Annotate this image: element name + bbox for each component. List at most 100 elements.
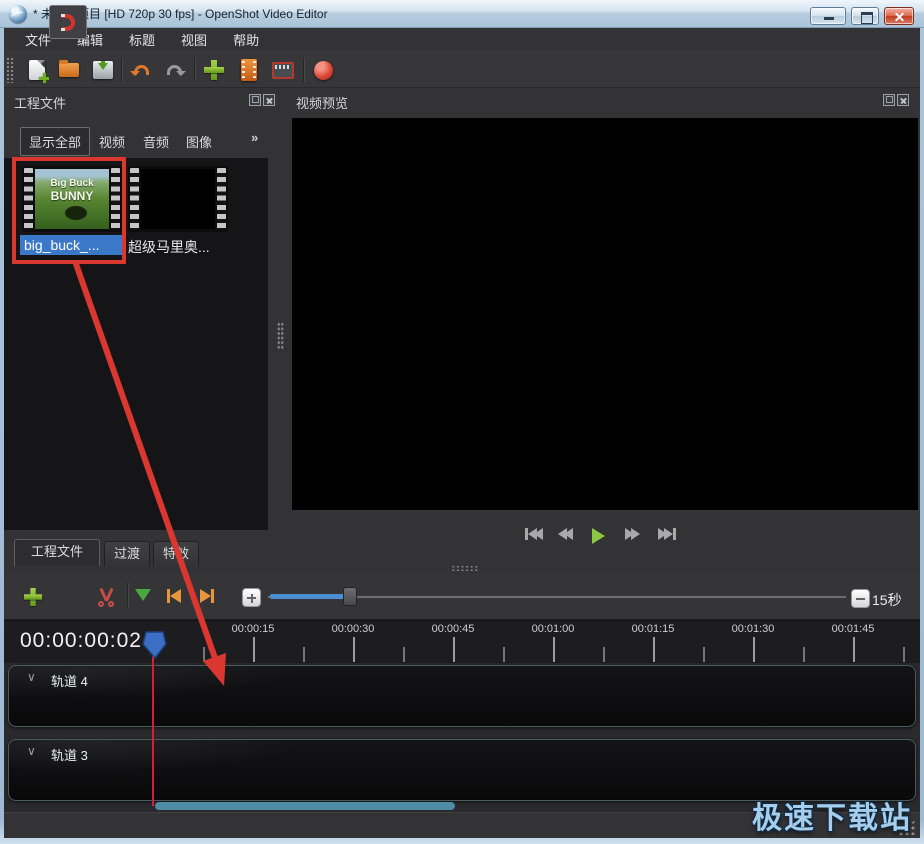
ruler-tick	[603, 647, 605, 662]
playhead-line[interactable]	[152, 641, 154, 806]
chevron-down-icon[interactable]: ∨	[27, 744, 36, 758]
preview-panel-title: 视频预览	[296, 93, 348, 112]
ruler-label: 00:01:45	[832, 623, 875, 635]
open-project-icon	[59, 63, 79, 77]
current-time-display: 00:00:00:02	[20, 629, 142, 653]
undo-button[interactable]	[128, 57, 154, 83]
undo-icon	[134, 65, 149, 75]
next-marker-button[interactable]	[200, 589, 214, 603]
fast-forward-button[interactable]	[625, 528, 640, 540]
thumbnail-image	[141, 169, 215, 229]
choose-profile-icon	[241, 59, 257, 81]
filter-overflow-button[interactable]: »	[251, 130, 258, 145]
tab-project-files[interactable]: 工程文件	[14, 539, 100, 566]
redo-button[interactable]	[161, 57, 187, 83]
add-track-button[interactable]	[20, 584, 46, 610]
ruler-tick	[653, 637, 655, 662]
timeline-tracks-area[interactable]: ∨ 轨道 4 ∨ 轨道 3	[4, 663, 920, 812]
save-project-icon	[93, 61, 113, 79]
zoom-in-button[interactable]	[242, 588, 261, 607]
toolbar-separator	[194, 58, 196, 82]
magnet-icon	[62, 14, 75, 31]
jump-to-start-button[interactable]	[525, 528, 543, 540]
ruler-tick	[803, 647, 805, 662]
ruler-label: 00:01:00	[532, 623, 575, 635]
open-project-button[interactable]	[56, 57, 82, 83]
ruler-label: 00:01:30	[732, 623, 775, 635]
minimize-button[interactable]	[810, 7, 846, 25]
timeline-ruler[interactable]: 00:00:00:02 00:00:15 00:00:30 00:00:45 00:0…	[4, 620, 920, 663]
horizontal-splitter-handle[interactable]	[451, 565, 479, 572]
panel-close-icon[interactable]	[263, 94, 275, 106]
ruler-tick	[203, 647, 205, 662]
filter-audio[interactable]: 音频	[143, 132, 169, 151]
menu-item-view[interactable]: 视图	[170, 28, 218, 51]
file-thumbnail[interactable]	[128, 166, 228, 232]
ruler-tick	[703, 647, 705, 662]
play-button[interactable]	[592, 528, 605, 544]
panel-close-icon[interactable]	[897, 94, 909, 106]
add-marker-button[interactable]	[135, 589, 151, 601]
title-bar[interactable]: * 未命名项目 [HD 720p 30 fps] - OpenShot Vide…	[0, 0, 924, 28]
zoom-out-button[interactable]	[851, 589, 870, 608]
close-button[interactable]	[884, 7, 914, 25]
filmstrip-sprockets	[217, 168, 226, 230]
razor-tool-button[interactable]	[94, 585, 118, 609]
track-4[interactable]: ∨ 轨道 4	[8, 665, 916, 727]
fullscreen-button[interactable]	[270, 57, 296, 83]
zoom-slider-handle[interactable]	[343, 587, 357, 606]
ruler-tick	[403, 647, 405, 662]
watermark-text: 极速下载站	[700, 793, 912, 837]
ruler-label: 00:00:45	[432, 623, 475, 635]
ruler-tick	[903, 647, 905, 662]
ruler-tick	[253, 637, 255, 662]
ruler-label: 00:00:30	[332, 623, 375, 635]
track-label: 轨道 3	[51, 745, 88, 764]
jump-to-end-button[interactable]	[658, 528, 676, 540]
toolbar-drag-handle[interactable]	[6, 57, 15, 83]
import-files-icon	[204, 60, 224, 80]
maximize-button[interactable]	[851, 7, 879, 25]
vertical-splitter-handle[interactable]	[277, 322, 284, 350]
previous-marker-button[interactable]	[167, 589, 181, 603]
panel-float-icon[interactable]	[883, 94, 895, 106]
timeline-horizontal-scrollbar[interactable]	[155, 802, 455, 810]
ruler-label: 00:00:15	[232, 623, 275, 635]
save-project-button[interactable]	[90, 57, 116, 83]
ruler-tick	[853, 637, 855, 662]
track-3[interactable]: ∨ 轨道 3	[8, 739, 916, 801]
toolbar-separator	[127, 583, 129, 607]
import-files-button[interactable]	[201, 57, 227, 83]
ruler-tick	[453, 637, 455, 662]
video-preview-screen[interactable]	[292, 118, 918, 510]
toolbar-separator	[121, 58, 123, 82]
choose-profile-button[interactable]	[236, 57, 262, 83]
panel-float-icon[interactable]	[249, 94, 261, 106]
snapping-toggle-button[interactable]	[49, 5, 87, 39]
menu-bar: 文件 编辑 标题 视图 帮助	[4, 29, 920, 50]
filter-show-all[interactable]: 显示全部	[20, 127, 90, 156]
new-project-button[interactable]	[24, 57, 50, 83]
ruler-tick	[353, 637, 355, 662]
filter-video[interactable]: 视频	[99, 132, 125, 151]
file-name-label[interactable]: 超级马里奥...	[128, 237, 228, 257]
annotation-highlight-rect	[12, 157, 126, 264]
rewind-button[interactable]	[558, 528, 573, 540]
menu-item-title[interactable]: 标题	[118, 28, 166, 51]
window-controls	[810, 7, 914, 25]
filter-image[interactable]: 图像	[186, 132, 212, 151]
redo-icon	[167, 65, 182, 75]
tab-effects[interactable]: 特效	[153, 541, 199, 566]
openshot-window: { "window": { "title": "* 未命名项目 [HD 720p…	[0, 0, 924, 844]
zoom-slider-fill	[270, 594, 350, 599]
menu-item-help[interactable]: 帮助	[222, 28, 270, 51]
export-video-button[interactable]	[310, 57, 336, 83]
tab-transitions[interactable]: 过渡	[104, 541, 150, 566]
toolbar-separator	[303, 58, 305, 82]
fullscreen-icon	[272, 62, 294, 79]
ruler-tick	[503, 647, 505, 662]
track-label: 轨道 4	[51, 671, 88, 690]
new-project-icon	[29, 60, 45, 80]
chevron-down-icon[interactable]: ∨	[27, 670, 36, 684]
zoom-scale-label: 15秒	[872, 590, 902, 610]
